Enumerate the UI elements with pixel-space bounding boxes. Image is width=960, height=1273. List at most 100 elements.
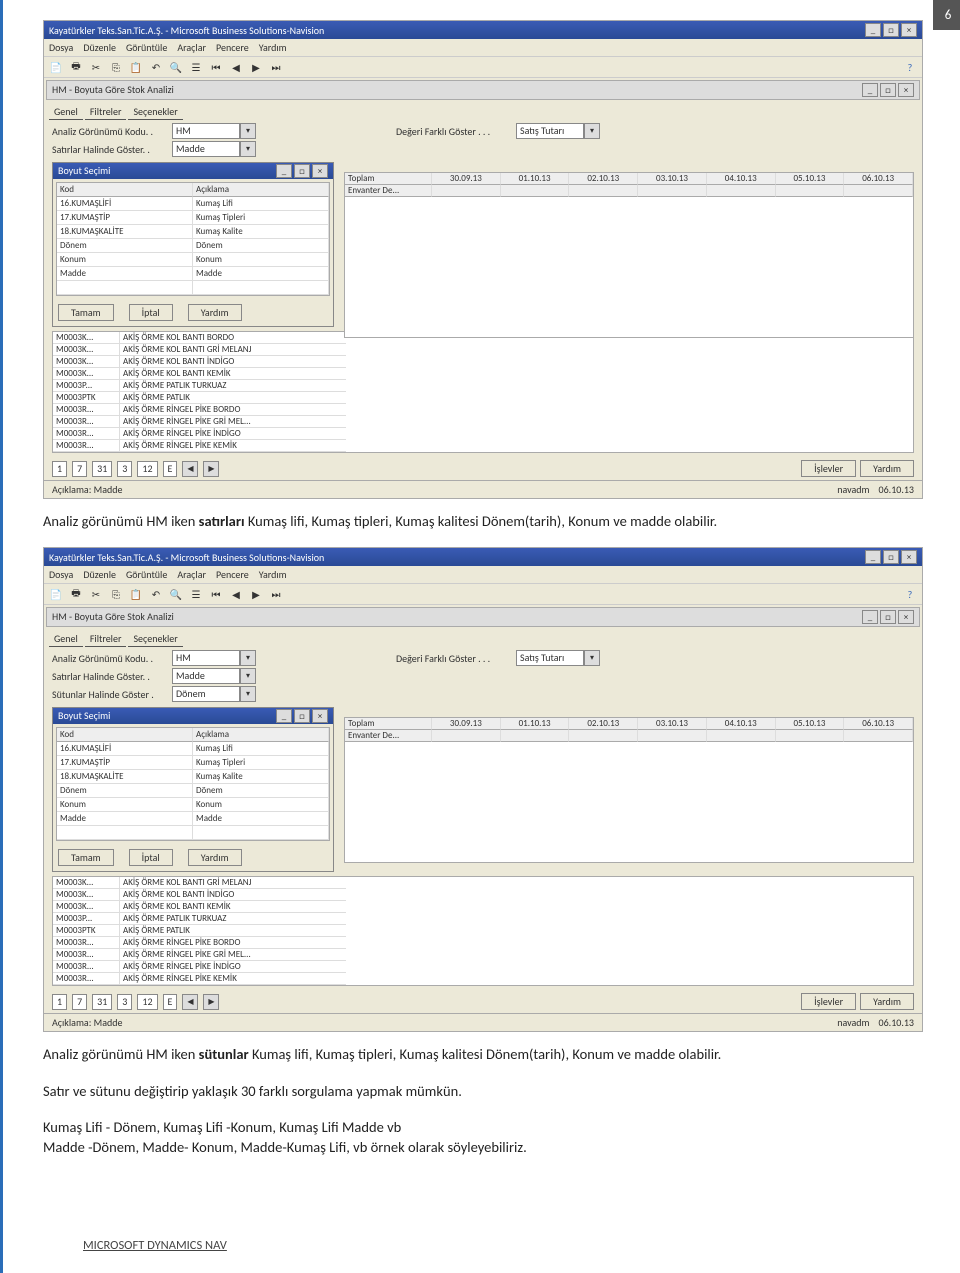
maximize-icon[interactable]: □ (883, 23, 899, 37)
cell[interactable]: Kumaş Lifi (193, 742, 329, 756)
cell[interactable]: M0003K... (53, 356, 120, 368)
satir-input[interactable]: Madde (172, 141, 240, 157)
dropdown-icon[interactable]: ▾ (584, 123, 600, 139)
find-icon[interactable]: 🔍 (169, 60, 183, 74)
pager-input[interactable]: 7 (72, 461, 87, 477)
cell[interactable]: M0003R... (53, 440, 120, 452)
ok-button[interactable]: Tamam (58, 304, 114, 321)
tab-filtreler[interactable]: Filtreler (85, 631, 127, 647)
cell[interactable]: Kumaş Lifi (193, 197, 329, 211)
menu-item[interactable]: Pencere (216, 568, 249, 581)
islevler-button[interactable]: İşlevler (801, 993, 856, 1010)
close-icon[interactable]: × (901, 23, 917, 37)
maximize-icon[interactable]: □ (883, 550, 899, 564)
minimize-icon[interactable]: _ (276, 164, 292, 178)
cell[interactable]: Madde (193, 267, 329, 281)
next-icon[interactable]: ▶ (249, 60, 263, 74)
cell[interactable]: AKİŞ ÖRME KOL BANTI KEMİK (120, 368, 346, 380)
undo-icon[interactable]: ↶ (149, 587, 163, 601)
print-icon[interactable]: 🖶 (69, 60, 83, 74)
print-icon[interactable]: 🖶 (69, 587, 83, 601)
minimize-icon[interactable]: _ (862, 83, 878, 97)
degeri-input[interactable]: Satış Tutarı (516, 650, 584, 666)
ok-button[interactable]: Tamam (58, 849, 114, 866)
list-icon[interactable]: ☰ (189, 60, 203, 74)
islevler-button[interactable]: İşlevler (801, 460, 856, 477)
cell[interactable] (57, 281, 193, 295)
sutun-input[interactable]: Dönem (172, 686, 240, 702)
cell[interactable]: Dönem (193, 784, 329, 798)
minimize-icon[interactable]: _ (865, 23, 881, 37)
pager-input[interactable]: 1 (52, 461, 67, 477)
cell[interactable]: Kumaş Kalite (193, 225, 329, 239)
pager-input[interactable]: 7 (72, 994, 87, 1010)
help-button[interactable]: Yardım (860, 460, 914, 477)
cell[interactable]: M0003PTK (53, 925, 120, 937)
popup-grid[interactable]: Kod Açıklama 16.KUMAŞLİFİKumaş Lifi 17.K… (56, 182, 330, 296)
cell[interactable]: M0003P... (53, 913, 120, 925)
tab-genel[interactable]: Genel (49, 104, 83, 120)
cell[interactable]: Konum (57, 798, 193, 812)
next-icon[interactable]: ▶ (203, 461, 219, 477)
prev-icon[interactable]: ◀ (229, 60, 243, 74)
help-icon[interactable]: ? (903, 60, 917, 74)
cancel-button[interactable]: İptal (129, 304, 173, 321)
next-icon[interactable]: ▶ (203, 994, 219, 1010)
close-icon[interactable]: × (312, 164, 328, 178)
close-icon[interactable]: × (898, 610, 914, 624)
cell[interactable]: Kumaş Tipleri (193, 756, 329, 770)
new-icon[interactable]: 📄 (49, 60, 63, 74)
cell[interactable]: 18.KUMAŞKALİTE (57, 225, 193, 239)
menu-item[interactable]: Araçlar (177, 568, 206, 581)
cell[interactable] (193, 826, 329, 840)
prev-icon[interactable]: ◀ (182, 994, 198, 1010)
dropdown-icon[interactable]: ▾ (240, 141, 256, 157)
cell[interactable]: M0003R... (53, 937, 120, 949)
cell[interactable]: M0003K... (53, 368, 120, 380)
cell[interactable]: M0003R... (53, 404, 120, 416)
cell[interactable]: Dönem (57, 784, 193, 798)
minimize-icon[interactable]: _ (862, 610, 878, 624)
cell[interactable]: AKİŞ ÖRME RİNGEL PİKE GRİ MEL... (120, 416, 346, 428)
menu-item[interactable]: Araçlar (177, 41, 206, 54)
cell[interactable]: AKİŞ ÖRME KOL BANTI KEMİK (120, 901, 346, 913)
list-icon[interactable]: ☰ (189, 587, 203, 601)
pager-input[interactable]: E (163, 461, 178, 477)
data-list[interactable]: M0003K...AKİŞ ÖRME KOL BANTI BORDO M0003… (52, 331, 914, 453)
cell[interactable]: AKİŞ ÖRME KOL BANTI İNDİGO (120, 889, 346, 901)
dropdown-icon[interactable]: ▾ (240, 123, 256, 139)
cell[interactable]: M0003R... (53, 973, 120, 985)
help-button[interactable]: Yardım (188, 849, 242, 866)
first-icon[interactable]: ⏮ (209, 587, 223, 601)
cell[interactable]: M0003P... (53, 380, 120, 392)
dropdown-icon[interactable]: ▾ (584, 650, 600, 666)
data-list[interactable]: M0003K...AKİŞ ÖRME KOL BANTI GRİ MELANJ … (52, 876, 914, 986)
maximize-icon[interactable]: □ (880, 610, 896, 624)
cell[interactable]: AKİŞ ÖRME RİNGEL PİKE KEMİK (120, 973, 346, 985)
cut-icon[interactable]: ✂ (89, 587, 103, 601)
cell[interactable]: Dönem (57, 239, 193, 253)
paste-icon[interactable]: 📋 (129, 587, 143, 601)
first-icon[interactable]: ⏮ (209, 60, 223, 74)
maximize-icon[interactable]: □ (294, 164, 310, 178)
cell[interactable]: AKİŞ ÖRME KOL BANTI İNDİGO (120, 356, 346, 368)
cell[interactable]: AKİŞ ÖRME PATLIK (120, 925, 346, 937)
analiz-input[interactable]: HM (172, 123, 240, 139)
cell[interactable]: M0003R... (53, 416, 120, 428)
cell[interactable]: Kumaş Kalite (193, 770, 329, 784)
dropdown-icon[interactable]: ▾ (240, 686, 256, 702)
cell[interactable]: M0003K... (53, 877, 120, 889)
cell[interactable]: AKİŞ ÖRME RİNGEL PİKE BORDO (120, 937, 346, 949)
menu-item[interactable]: Yardım (259, 41, 287, 54)
pager-input[interactable]: 31 (92, 461, 112, 477)
minimize-icon[interactable]: _ (865, 550, 881, 564)
last-icon[interactable]: ⏭ (269, 60, 283, 74)
cell[interactable]: AKİŞ ÖRME RİNGEL PİKE İNDİGO (120, 961, 346, 973)
cell[interactable]: 16.KUMAŞLİFİ (57, 742, 193, 756)
prev-icon[interactable]: ◀ (229, 587, 243, 601)
cell[interactable] (193, 281, 329, 295)
maximize-icon[interactable]: □ (880, 83, 896, 97)
new-icon[interactable]: 📄 (49, 587, 63, 601)
copy-icon[interactable]: ⎘ (109, 587, 123, 601)
cell[interactable]: M0003K... (53, 901, 120, 913)
